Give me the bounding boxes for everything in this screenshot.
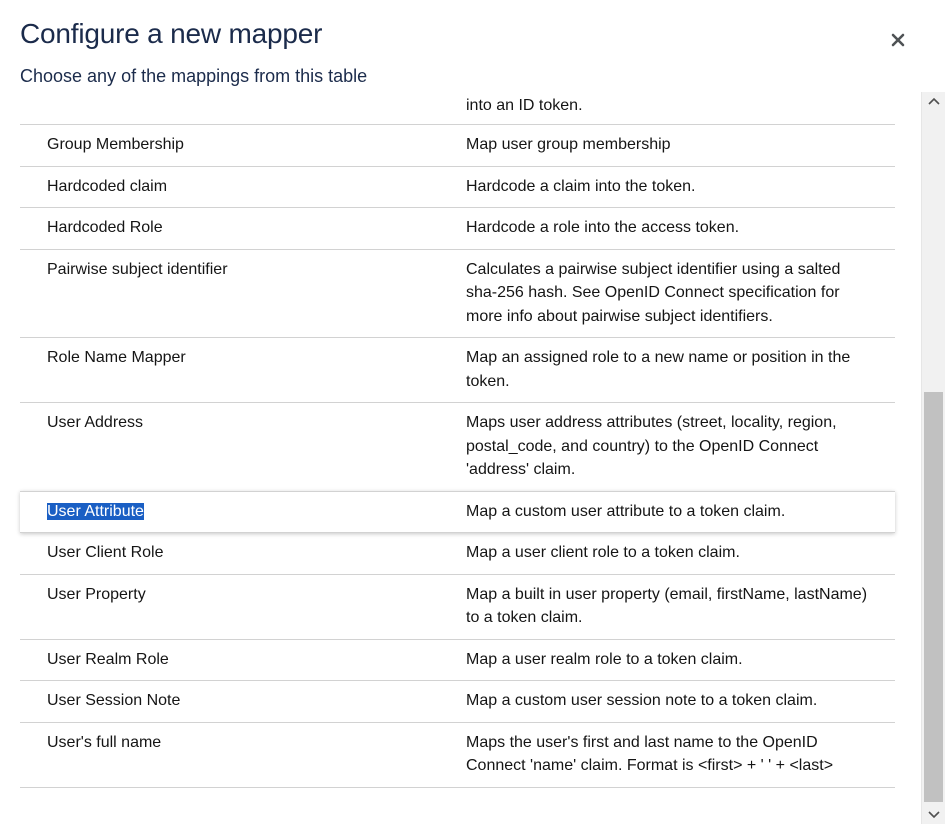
close-button[interactable] [886,28,910,52]
row-name[interactable]: User Client Role [47,541,163,565]
row-description: into an ID token. [466,97,583,114]
row-description: Map a custom user attribute to a token c… [466,502,786,520]
row-name[interactable]: User Address [47,411,143,435]
scroll-down-button[interactable] [922,806,945,824]
row-name-text: Hardcoded Role [47,219,163,236]
table-row[interactable]: User Property Map a built in user propert… [20,575,895,640]
scroll-up-button[interactable] [922,92,945,110]
row-name[interactable]: Hardcoded Role [47,216,163,240]
row-name-text: User Session Note [47,692,181,709]
row-name-text: User Property [47,585,146,603]
mapper-table-scroll-area[interactable]: into an ID token. Group Membership Map us… [0,92,921,824]
row-name-text: Group Membership [47,136,184,153]
row-name[interactable]: Group Membership [47,133,184,157]
row-name-text: Hardcoded claim [47,177,168,195]
row-name[interactable]: Pairwise subject identifier [47,258,228,282]
row-name-text: Pairwise subject identifier [47,260,228,278]
row-description: Calculates a pairwise subject identifier… [466,260,841,325]
chevron-up-icon [928,97,940,105]
row-description: Map a user realm role to a token claim. [466,650,743,668]
mapper-table: into an ID token. Group Membership Map us… [20,92,895,788]
row-name[interactable]: Hardcoded claim [47,175,167,199]
chevron-down-icon [928,811,940,819]
table-row[interactable]: Hardcoded Role Hardcode a role into the a… [20,208,895,250]
row-description: Hardcode a claim into the token. [466,177,696,195]
configure-mapper-modal: Configure a new mapper Choose any of the… [0,0,945,824]
table-row-partial[interactable]: into an ID token. [20,92,895,125]
table-row[interactable]: Role Name Mapper Map an assigned role to … [20,338,895,403]
table-row[interactable]: User Realm Role Map a user realm role to … [20,640,895,681]
table-row[interactable]: User Attribute Map a custom user attribut… [20,490,895,533]
row-description: Hardcode a role into the access token. [466,219,740,236]
row-description: Maps the user's first and last name to t… [466,733,834,775]
row-description: Map a user client role to a token claim. [466,544,740,561]
row-name-text: User Address [47,414,144,431]
table-row[interactable]: Pairwise subject identifier Calculates a … [20,250,895,338]
row-name[interactable]: User Realm Role [47,648,169,672]
table-row[interactable]: User Client Role Map a user client role t… [20,533,895,575]
modal-title: Configure a new mapper [20,18,323,49]
row-name-text: User Client Role [47,544,164,561]
row-description: Map a custom user session note to a toke… [466,692,818,709]
row-name[interactable]: User's full name [47,731,161,755]
row-name-text: User Attribute [47,502,144,520]
row-description: Map user group membership [466,136,671,153]
scrollbar-thumb[interactable] [924,392,943,802]
row-name[interactable]: User Session Note [47,689,180,713]
row-name[interactable]: User Attribute [47,500,144,524]
close-icon [891,33,905,47]
row-name[interactable]: User Property [47,583,146,607]
table-row[interactable]: User's full name Maps the user's first an… [20,723,895,788]
table-row[interactable]: Hardcoded claim Hardcode a claim into the… [20,167,895,208]
row-description: Maps user address attributes (street, lo… [466,414,837,478]
row-name[interactable]: Role Name Mapper [47,346,186,370]
row-name-text: Role Name Mapper [47,349,186,366]
row-description: Map an assigned role to a new name or po… [466,349,851,390]
row-description: Map a built in user property (email, fir… [466,585,868,627]
table-row[interactable]: User Address Maps user address attributes… [20,403,895,492]
row-name-text: User's full name [47,733,162,751]
table-row[interactable]: Group Membership Map user group membershi… [20,125,895,167]
modal-subtitle: Choose any of the mappings from this tab… [20,66,368,86]
vertical-scrollbar[interactable] [921,92,945,824]
row-name-text: User Realm Role [47,650,169,668]
table-row[interactable]: User Session Note Map a custom user sessi… [20,681,895,723]
